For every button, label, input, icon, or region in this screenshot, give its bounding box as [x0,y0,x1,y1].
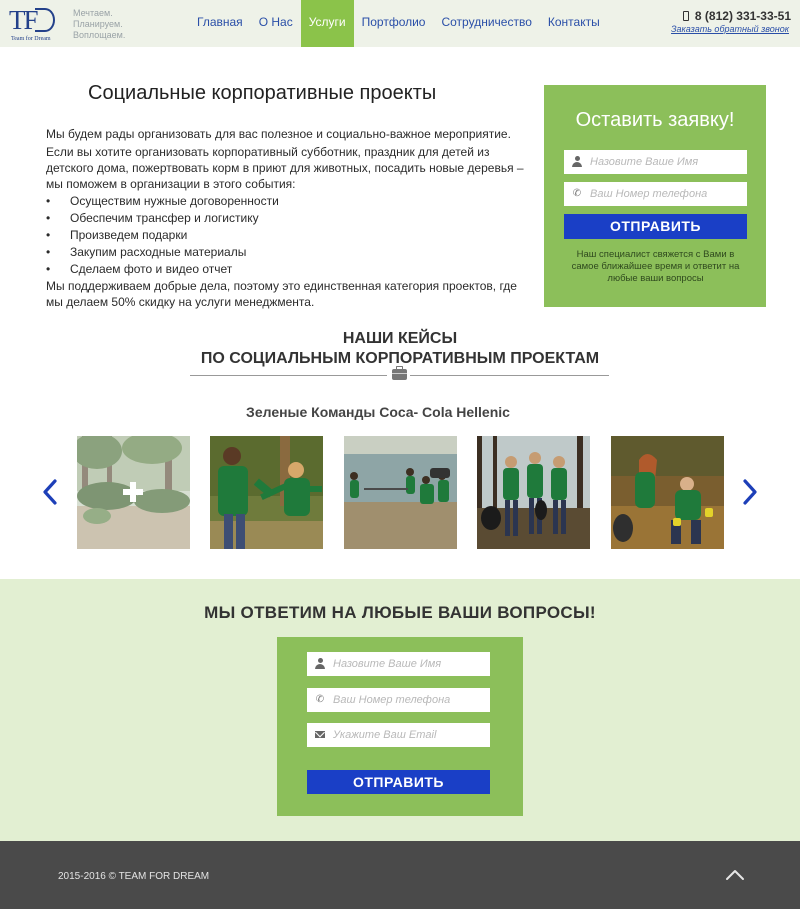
list-item: Сделаем фото и видео отчет [46,261,531,277]
chevron-left-icon[interactable] [42,478,58,506]
name-input[interactable] [333,652,486,676]
user-icon [572,156,582,167]
handset-icon: ✆ [572,188,582,199]
case-thumbnail[interactable] [477,436,590,549]
list-item: Произведем подарки [46,227,531,243]
case-thumbnail[interactable] [210,436,323,549]
phone-field[interactable]: ✆ [307,688,490,712]
logo-tagline: Team for Dream [11,36,51,42]
case-thumbnail[interactable] [611,436,724,549]
nav-item-home[interactable]: Главная [189,0,251,47]
submit-button[interactable]: ОТПРАВИТЬ [564,214,747,239]
logo-mark: TF [9,7,55,34]
plus-icon [123,482,143,502]
callback-link[interactable]: Заказать обратный звонок [671,24,789,34]
name-input[interactable] [590,150,743,174]
nav-item-contacts[interactable]: Контакты [540,0,608,47]
site-header: TF Team for Dream Мечтаем. Планируем. Во… [0,0,800,47]
intro-text: Мы будем рады организовать для вас полез… [46,126,531,310]
intro-paragraph: Мы поддерживаем добрые дела, поэтому это… [46,279,517,309]
list-item: Закупим расходные материалы [46,244,531,260]
case-thumbnail[interactable] [344,436,457,549]
nav-item-portfolio[interactable]: Портфолио [354,0,434,47]
request-form-note: Наш специалист свяжется с Вами в самое б… [571,249,740,284]
site-footer: 2015-2016 © TEAM FOR DREAM [0,841,800,909]
slogan: Мечтаем. Планируем. Воплощаем. [73,8,125,41]
phone-field[interactable]: ✆ [564,182,747,206]
list-item: Обеспечим трансфер и логистику [46,210,531,226]
phone-input[interactable] [590,182,743,206]
slogan-line: Воплощаем. [73,30,126,40]
user-icon [315,658,325,669]
intro-paragraph: Мы будем рады организовать для вас полез… [46,127,511,141]
name-field[interactable] [307,652,490,676]
contact-section: МЫ ОТВЕТИМ НА ЛЮБЫЕ ВАШИ ВОПРОСЫ! ✆ ОТПР… [0,579,800,841]
intro-paragraph: Если вы хотите организовать корпоративны… [46,145,524,191]
chevron-up-icon[interactable] [725,868,745,882]
cases-title-line: НАШИ КЕЙСЫ [342,330,458,347]
briefcase-icon [392,366,407,380]
phone-icon [682,11,689,21]
divider [410,375,609,376]
name-field[interactable] [564,150,747,174]
envelope-icon [315,729,325,740]
chevron-right-icon[interactable] [742,478,758,506]
request-form: Оставить заявку! ✆ ОТПРАВИТЬ Наш специал… [544,85,766,307]
logo[interactable]: TF Team for Dream [9,7,61,43]
email-field[interactable] [307,723,490,747]
contact-title: МЫ ОТВЕТИМ НА ЛЮБЫЕ ВАШИ ВОПРОСЫ! [204,603,596,622]
nav-item-about[interactable]: О Нас [251,0,301,47]
contact-form: ✆ ОТПРАВИТЬ [277,637,523,816]
phone-input[interactable] [333,688,486,712]
submit-button[interactable]: ОТПРАВИТЬ [307,770,490,794]
phone-number: 8 (812) 331-33-51 [694,9,791,23]
request-form-title: Оставить заявку! [575,109,735,131]
header-phone[interactable]: 8 (812) 331-33-51 [682,9,791,23]
cases-title: НАШИ КЕЙСЫ ПО СОЦИАЛЬНЫМ КОРПОРАТИВНЫМ П… [0,329,800,369]
slogan-line: Планируем. [73,19,123,29]
slogan-line: Мечтаем. [73,8,113,18]
nav-item-services[interactable]: Услуги [300,0,354,47]
email-input[interactable] [333,723,486,747]
page-title: Социальные корпоративные проекты [88,82,437,104]
case-thumbnail[interactable] [77,436,190,549]
handset-icon: ✆ [315,694,325,705]
copyright: 2015-2016 © TEAM FOR DREAM [58,871,210,882]
case-subtitle: Зеленые Команды Coca- Cola Hellenic [246,404,510,420]
main-nav: Главная О Нас Услуги Портфолио Сотруднич… [189,0,608,47]
list-item: Осуществим нужные договоренности [46,193,531,209]
divider [190,375,387,376]
services-list: Осуществим нужные договоренности Обеспеч… [46,193,531,277]
nav-item-cooperation[interactable]: Сотрудничество [433,0,539,47]
